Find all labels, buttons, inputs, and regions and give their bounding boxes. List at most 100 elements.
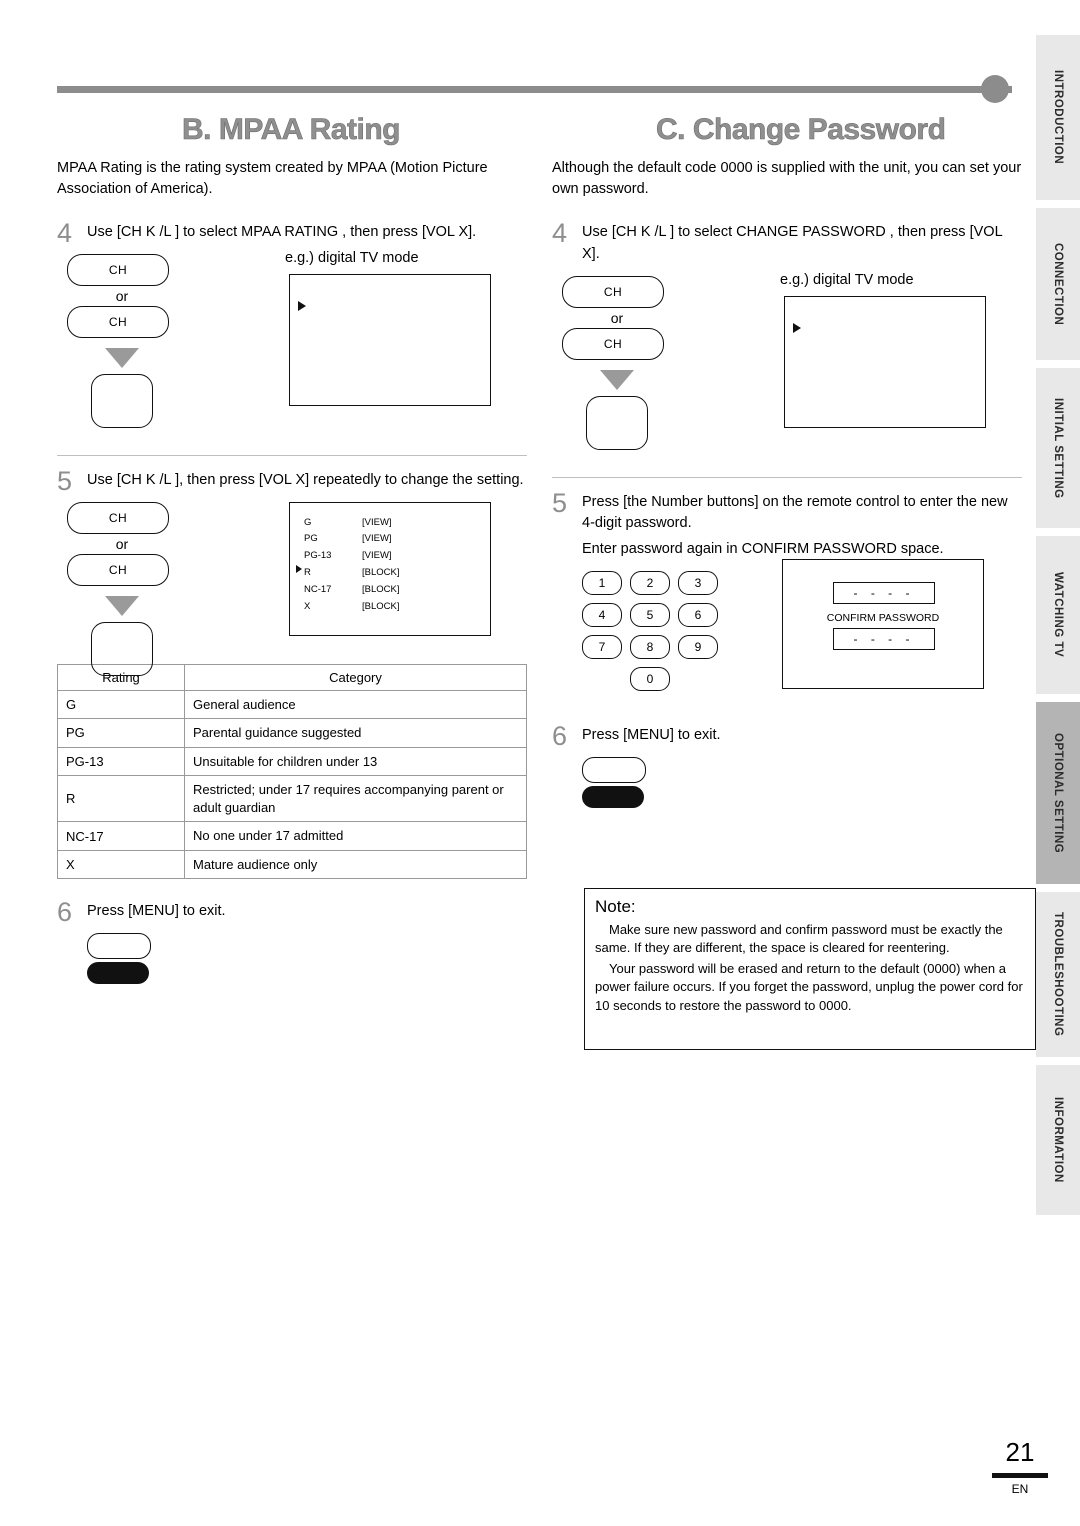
change-password-intro-text: Although the default code 0000 is suppli… xyxy=(552,160,1022,198)
step-4-right-graphic: e.g.) digital TV mode CH or CH xyxy=(552,266,1022,450)
step-6-right: 6 Press [MENU] to exit. xyxy=(552,721,1022,751)
down-arrow-icon xyxy=(105,347,139,368)
number-label: 0 xyxy=(646,671,654,686)
top-decorative-dot xyxy=(981,75,1009,103)
sidebar-item-information[interactable]: INFORMATION xyxy=(1036,1065,1080,1215)
sidebar-item-connection[interactable]: CONNECTION xyxy=(1036,208,1080,360)
step-5-left: 5 Use [CH K /L ], then press [VOL X] rep… xyxy=(57,466,527,496)
sidebar-item-label: INTRODUCTION xyxy=(1052,70,1065,165)
sidebar-item-troubleshooting[interactable]: TROUBLESHOOTING xyxy=(1036,892,1080,1057)
mpaa-rating-screen: G [VIEW] PG [VIEW] PG-13 [VIEW] R [BLOCK… xyxy=(289,501,491,636)
or-label: or xyxy=(115,287,129,304)
sidebar-item-introduction[interactable]: INTRODUCTION xyxy=(1036,35,1080,200)
list-item: NC-17 [BLOCK] xyxy=(304,582,422,599)
step-subtext: Enter password again in CONFIRM PASSWORD… xyxy=(582,541,944,558)
cell-rating: G xyxy=(57,689,185,720)
eg-label: e.g.) digital TV mode xyxy=(285,249,419,266)
cell-category: General audience xyxy=(184,689,527,720)
table-row: G General audience xyxy=(57,689,527,720)
vol-button[interactable] xyxy=(91,373,153,428)
list-item: PG [VIEW] xyxy=(304,531,422,548)
number-button-3[interactable]: 3 xyxy=(678,570,718,595)
ch-up-button[interactable]: CH xyxy=(67,501,169,534)
menu-button-graphic[interactable] xyxy=(87,933,167,985)
list-item-selected: R [BLOCK] xyxy=(304,565,422,582)
page-number-bar xyxy=(992,1473,1048,1478)
confirm-password-field[interactable]: - - - - xyxy=(833,627,935,650)
sidebar-item-label: INITIAL SETTING xyxy=(1052,397,1065,499)
ch-down-label: CH xyxy=(603,336,623,351)
vol-button[interactable] xyxy=(586,395,648,450)
number-button-4[interactable]: 4 xyxy=(582,602,622,627)
menu-button-filled xyxy=(582,785,644,808)
cell-rating: NC-17 xyxy=(57,821,185,851)
menu-button-graphic[interactable] xyxy=(582,756,662,808)
number-label: 2 xyxy=(646,575,654,590)
number-label: 9 xyxy=(694,639,702,654)
step-text: Use [CH K /L ] to select CHANGE PASSWORD… xyxy=(582,224,1003,262)
cell-rating: PG-13 xyxy=(57,746,185,777)
page-title-mpaa-rating: B. MPAA Rating xyxy=(182,113,401,147)
number-label: 1 xyxy=(598,575,606,590)
or-label: or xyxy=(610,309,624,326)
menu-button-filled xyxy=(87,962,149,985)
menu-button-outline xyxy=(582,756,646,783)
confirm-password-screen: - - - - CONFIRM PASSWORD - - - - xyxy=(782,558,984,689)
cursor-arrow-icon xyxy=(793,322,801,333)
rating-state-list: G [VIEW] PG [VIEW] PG-13 [VIEW] R [BLOCK… xyxy=(304,515,422,616)
cell-category: Unsuitable for children under 13 xyxy=(184,746,527,777)
step-4-left-graphic: e.g.) digital TV mode CH or CH xyxy=(57,244,527,428)
rating-code: X xyxy=(304,601,311,613)
vol-button[interactable] xyxy=(91,621,153,676)
right-column: Although the default code 0000 is suppli… xyxy=(552,158,1022,808)
table-row: NC-17 No one under 17 admitted xyxy=(57,821,527,851)
rating-state: [VIEW] xyxy=(362,533,392,545)
number-button-2[interactable]: 2 xyxy=(630,570,670,595)
ch-up-button[interactable]: CH xyxy=(562,275,664,308)
step-number: 5 xyxy=(552,487,568,518)
number-button-1[interactable]: 1 xyxy=(582,570,622,595)
table-row: X Mature audience only xyxy=(57,849,527,880)
ch-up-label: CH xyxy=(108,510,128,525)
ch-down-button[interactable]: CH xyxy=(67,305,169,338)
down-arrow-icon xyxy=(600,369,634,390)
page-root: INTRODUCTION CONNECTION INITIAL SETTING … xyxy=(0,0,1080,1526)
list-item: G [VIEW] xyxy=(304,515,422,532)
cell-category: Restricted; under 17 requires accompanyi… xyxy=(184,775,527,823)
rating-state: [BLOCK] xyxy=(362,601,400,613)
sidebar-item-optional-setting[interactable]: OPTIONAL SETTING xyxy=(1036,702,1080,884)
rating-category-table: Rating Category G General audience PG Pa… xyxy=(57,663,527,880)
channel-buttons-group: CH or CH xyxy=(67,501,177,676)
column-header-category: Category xyxy=(184,663,527,691)
tv-screen-preview xyxy=(784,295,986,428)
ch-up-label: CH xyxy=(108,262,128,277)
step-text: Press [MENU] to exit. xyxy=(87,903,226,920)
number-button-8[interactable]: 8 xyxy=(630,634,670,659)
cell-category: Parental guidance suggested xyxy=(184,718,527,748)
ch-up-label: CH xyxy=(603,284,623,299)
sidebar-item-label: CONNECTION xyxy=(1052,242,1065,326)
number-label: 6 xyxy=(694,607,702,622)
note-box: Note: Make sure new password and confirm… xyxy=(584,888,1036,1050)
cell-category: Mature audience only xyxy=(184,849,527,880)
step-4-right: 4 Use [CH K /L ] to select CHANGE PASSWO… xyxy=(552,218,1022,266)
tv-screen-preview xyxy=(289,273,491,406)
confirm-password-label: CONFIRM PASSWORD xyxy=(826,611,940,624)
number-button-9[interactable]: 9 xyxy=(678,634,718,659)
sidebar-item-watching-tv[interactable]: WATCHING TV xyxy=(1036,536,1080,694)
ch-down-button[interactable]: CH xyxy=(562,327,664,360)
new-password-field[interactable]: - - - - xyxy=(833,581,935,604)
number-button-0[interactable]: 0 xyxy=(630,666,670,691)
or-label: or xyxy=(115,535,129,552)
ch-down-button[interactable]: CH xyxy=(67,553,169,586)
step-text: Use [CH K /L ] to select MPAA RATING , t… xyxy=(87,224,477,241)
ch-down-label: CH xyxy=(108,562,128,577)
number-button-6[interactable]: 6 xyxy=(678,602,718,627)
number-button-7[interactable]: 7 xyxy=(582,634,622,659)
step-number: 4 xyxy=(552,218,568,249)
rating-state: [BLOCK] xyxy=(362,567,400,579)
number-button-5[interactable]: 5 xyxy=(630,602,670,627)
ch-up-button[interactable]: CH xyxy=(67,253,169,286)
page-number: 21 xyxy=(1005,1437,1035,1467)
sidebar-item-initial-setting[interactable]: INITIAL SETTING xyxy=(1036,368,1080,528)
